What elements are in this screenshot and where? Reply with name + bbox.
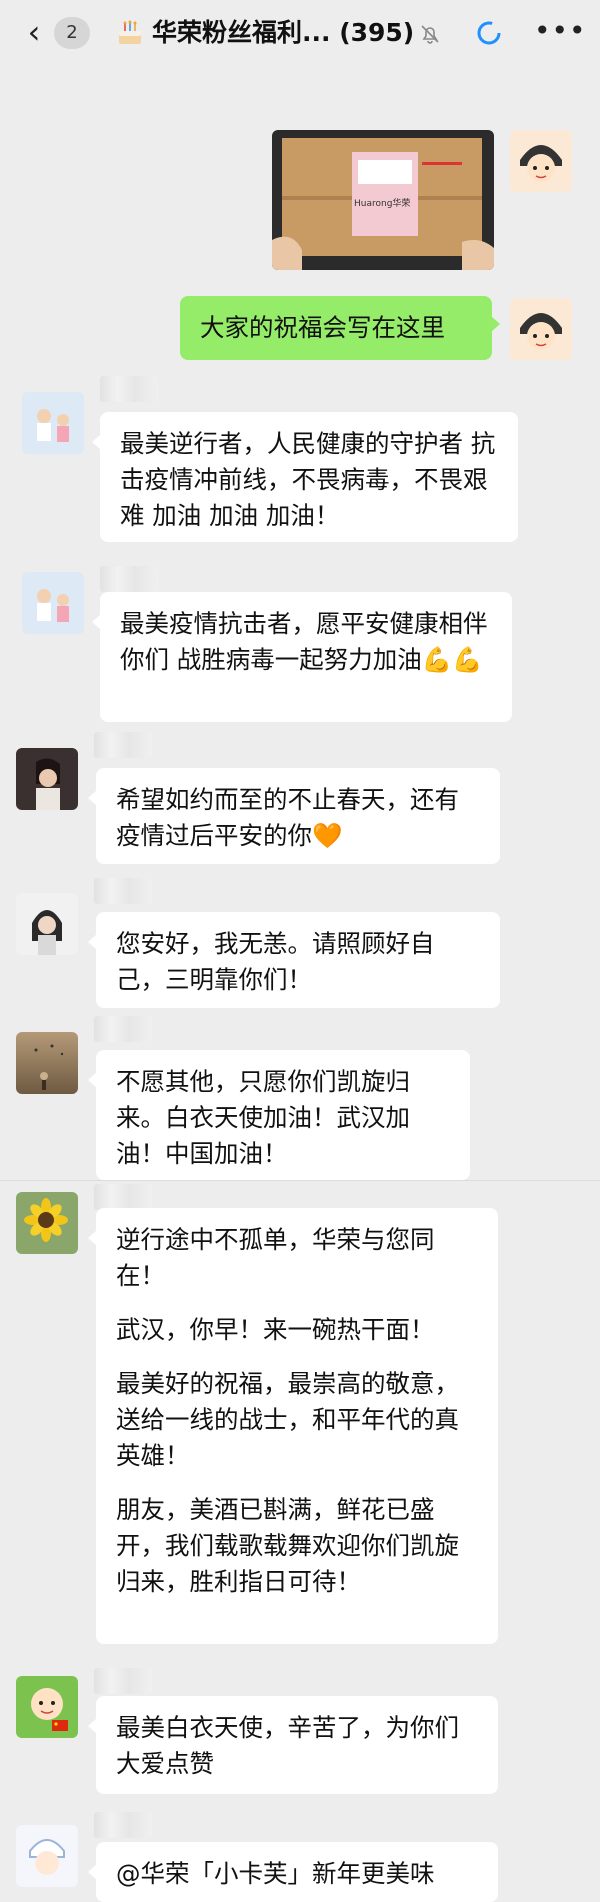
message-paragraph: 最美好的祝福，最崇高的敬意，送给一线的战士，和平年代的真英雄！ <box>116 1369 459 1470</box>
message-bubble[interactable]: 您安好，我无恙。请照顾好自己，三明靠你们！ <box>88 912 500 1008</box>
sender-name-blurred <box>100 376 158 402</box>
sender-name-blurred <box>94 1184 152 1210</box>
message-text: 大家的祝福会写在这里 <box>200 313 445 342</box>
cake-icon <box>119 20 141 44</box>
message-bubble[interactable]: 逆行途中不孤单，华荣与您同在！ 武汉，你早！来一碗热干面！ 最美好的祝福，最崇高… <box>88 1208 498 1644</box>
sender-name-blurred <box>94 878 152 904</box>
avatar[interactable] <box>510 130 572 192</box>
message-bubble[interactable]: 希望如约而至的不止春天，还有疫情过后平安的你🧡 <box>88 768 500 864</box>
sender-name-blurred <box>94 1812 152 1838</box>
avatar[interactable] <box>510 298 572 360</box>
back-chevron-icon[interactable]: ‹ <box>22 16 46 48</box>
more-icon[interactable]: ••• <box>534 14 587 47</box>
divider <box>0 1180 600 1181</box>
message-text: 最美逆行者，人民健康的守护者 抗击疫情冲前线，不畏病毒，不畏艰难 加油 加油 加… <box>120 429 496 530</box>
avatar[interactable] <box>16 748 78 810</box>
message-bubble[interactable]: 最美逆行者，人民健康的守护者 抗击疫情冲前线，不畏病毒，不畏艰难 加油 加油 加… <box>92 412 518 542</box>
avatar[interactable] <box>16 893 78 955</box>
sender-name-blurred <box>94 1016 152 1042</box>
self-message-bubble[interactable]: 大家的祝福会写在这里 <box>180 296 500 360</box>
message-paragraph: 武汉，你早！来一碗热干面！ <box>116 1315 435 1344</box>
chat-title: 华荣粉丝福利... (395) <box>152 18 415 47</box>
sync-icon[interactable] <box>474 18 504 48</box>
box-brand-text: Huarong华荣 <box>354 197 410 209</box>
message-bubble[interactable]: 最美疫情抗击者，愿平安健康相伴你们 战胜病毒一起努力加油💪💪 <box>92 592 512 722</box>
sender-name-blurred <box>100 566 158 592</box>
avatar[interactable] <box>16 1192 78 1254</box>
message-text: 不愿其他，只愿你们凯旋归来。白衣天使加油！武汉加油！中国加油！ <box>116 1067 410 1168</box>
mute-bell-icon <box>421 25 439 44</box>
message-text: 最美白衣天使，辛苦了，为你们大爱点赞 <box>116 1713 459 1778</box>
sender-name-blurred <box>94 1668 152 1694</box>
message-bubble[interactable]: 不愿其他，只愿你们凯旋归来。白衣天使加油！武汉加油！中国加油！ <box>88 1050 470 1180</box>
message-text: 您安好，我无恙。请照顾好自己，三明靠你们！ <box>116 929 435 994</box>
avatar[interactable] <box>16 1676 78 1738</box>
unread-count-badge[interactable]: 2 <box>54 17 90 49</box>
sender-name-blurred <box>94 732 152 758</box>
message-bubble[interactable]: 最美白衣天使，辛苦了，为你们大爱点赞 <box>88 1696 498 1794</box>
avatar[interactable] <box>16 1032 78 1094</box>
box-photo[interactable]: Huarong华荣 <box>272 130 494 270</box>
message-text: 最美疫情抗击者，愿平安健康相伴你们 战胜病毒一起努力加油💪💪 <box>120 609 488 674</box>
avatar[interactable] <box>22 572 84 634</box>
message-paragraph: 朋友，美酒已斟满，鲜花已盛开，我们载歌载舞欢迎你们凯旋归来，胜利指日可待！ <box>116 1495 459 1596</box>
avatar[interactable] <box>22 392 84 454</box>
message-text: 希望如约而至的不止春天，还有疫情过后平安的你🧡 <box>116 785 459 850</box>
avatar[interactable] <box>16 1825 78 1887</box>
chat-header: ‹ 2 华荣粉丝福利... (395) ••• <box>0 0 600 66</box>
message-paragraph: 逆行途中不孤单，华荣与您同在！ <box>116 1225 435 1290</box>
message-bubble[interactable]: @华荣「小卡芙」新年更美味 <box>88 1842 498 1902</box>
